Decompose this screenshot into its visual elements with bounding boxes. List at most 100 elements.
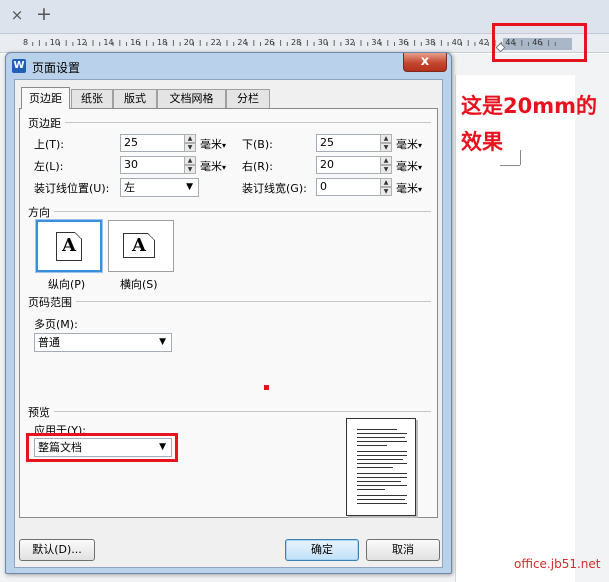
new-tab-icon[interactable]: + — [36, 5, 52, 24]
spin-down-icon[interactable]: ▼ — [380, 143, 392, 152]
preview-text-line — [357, 433, 407, 434]
ruler-label: 32 — [344, 38, 355, 47]
section-divider — [28, 411, 431, 412]
preview-text-line — [357, 451, 407, 452]
tab-paper[interactable]: 纸张 — [71, 89, 113, 108]
right-margin-label: 右(R): — [242, 160, 273, 173]
spin-up-icon[interactable]: ▲ — [184, 134, 196, 143]
chevron-down-icon: ▾ — [222, 141, 227, 150]
default-button[interactable]: 默认(D)... — [19, 539, 95, 561]
gutter-position-label: 装订线位置(U): — [34, 182, 110, 195]
ok-button[interactable]: 确定 — [285, 539, 359, 561]
close-tab-icon[interactable]: × — [10, 8, 24, 23]
apply-to-value: 整篇文档 — [38, 441, 82, 454]
preview-text-line — [357, 429, 397, 430]
spin-up-icon[interactable]: ▲ — [380, 134, 392, 143]
ruler-label: 14 — [103, 38, 114, 47]
gutter-width-label: 装订线宽(G): — [242, 182, 307, 195]
spin-down-icon[interactable]: ▼ — [184, 165, 196, 174]
unit-label: 毫米 — [200, 160, 222, 173]
wps-writer-icon: W — [12, 59, 26, 73]
orientation-section-title: 方向 — [28, 204, 54, 220]
tab-layout[interactable]: 版式 — [113, 89, 157, 108]
ruler-label: 34 — [371, 38, 382, 47]
spin-up-icon[interactable]: ▲ — [380, 178, 392, 187]
portrait-page-icon: A — [56, 232, 82, 261]
chevron-down-icon: ▾ — [222, 163, 227, 172]
spin-down-icon[interactable]: ▼ — [184, 143, 196, 152]
left-margin-spinner[interactable]: ▲ ▼ — [184, 156, 196, 174]
section-divider — [28, 122, 431, 123]
tab-document-grid[interactable]: 文档网格 — [157, 89, 226, 108]
preview-text-line — [357, 477, 407, 478]
ruler-label: 28 — [291, 38, 302, 47]
dialog-body: 页边距 纸张 版式 文档网格 分栏 页边距 上(T): 25 ▲ ▼ 毫米▾ 下… — [14, 79, 443, 568]
ruler-label: 40 — [451, 38, 462, 47]
ruler-label: 26 — [264, 38, 275, 47]
close-button[interactable]: x — [403, 53, 447, 72]
top-margin-spinner[interactable]: ▲ ▼ — [184, 134, 196, 152]
landscape-label[interactable]: 横向(S) — [120, 276, 158, 292]
preview-text-line — [357, 459, 403, 460]
portrait-option[interactable]: A — [36, 220, 102, 272]
left-margin-label: 左(L): — [34, 160, 64, 173]
page-margin-corner-mark — [500, 165, 520, 166]
chevron-down-icon: ▾ — [418, 141, 423, 150]
unit-label: 毫米 — [396, 182, 418, 195]
gutter-position-select[interactable]: 左 ▼ — [120, 178, 199, 197]
chevron-down-icon: ▾ — [418, 185, 423, 194]
apply-to-select[interactable]: 整篇文档 ▼ — [34, 438, 172, 457]
ruler-label: 20 — [183, 38, 194, 47]
bottom-margin-spinner[interactable]: ▲ ▼ — [380, 134, 392, 152]
preview-text-line — [357, 489, 385, 490]
unit-label: 毫米 — [200, 138, 222, 151]
ruler-label: 12 — [76, 38, 87, 47]
spin-up-icon[interactable]: ▲ — [184, 156, 196, 165]
gutter-width-spinner[interactable]: ▲ ▼ — [380, 178, 392, 196]
gutter-width-unit-dropdown[interactable]: 毫米▾ — [396, 180, 422, 196]
preview-text-line — [357, 455, 407, 456]
dropdown-arrow-icon: ▼ — [186, 182, 193, 192]
multiple-pages-value: 普通 — [38, 336, 60, 349]
ruler-highlight-box — [492, 23, 587, 62]
landscape-option[interactable]: A — [108, 220, 174, 272]
unit-label: 毫米 — [396, 160, 418, 173]
spin-down-icon[interactable]: ▼ — [380, 187, 392, 196]
multiple-pages-select[interactable]: 普通 ▼ — [34, 333, 172, 352]
spin-down-icon[interactable]: ▼ — [380, 165, 392, 174]
top-margin-label: 上(T): — [34, 138, 65, 151]
ruler-label: 36 — [398, 38, 409, 47]
preview-text-line — [357, 437, 405, 438]
preview-text-line — [357, 445, 387, 446]
ruler-label: 8 — [23, 38, 29, 47]
ruler-label: 30 — [317, 38, 328, 47]
annotation-line-1: 这是20mm的 — [461, 94, 597, 118]
chevron-down-icon: ▾ — [418, 163, 423, 172]
multiple-pages-label: 多页(M): — [34, 318, 78, 331]
page-range-section-title: 页码范围 — [28, 294, 76, 310]
dropdown-arrow-icon: ▼ — [159, 442, 166, 452]
watermark: office.jb51.net — [514, 557, 601, 571]
preview-text-line — [357, 463, 407, 464]
dropdown-arrow-icon: ▼ — [159, 337, 166, 347]
left-margin-unit-dropdown[interactable]: 毫米▾ — [200, 158, 226, 174]
top-margin-unit-dropdown[interactable]: 毫米▾ — [200, 136, 226, 152]
cancel-button[interactable]: 取消 — [366, 539, 440, 561]
ruler-label: 10 — [49, 38, 60, 47]
right-margin-spinner[interactable]: ▲ ▼ — [380, 156, 392, 174]
preview-text-line — [357, 473, 407, 474]
preview-text-line — [357, 441, 407, 442]
tab-margins[interactable]: 页边距 — [21, 87, 70, 109]
annotation-line-2: 效果 — [461, 130, 503, 154]
ruler-label: 24 — [237, 38, 248, 47]
preview-text-line — [357, 503, 407, 504]
bottom-margin-unit-dropdown[interactable]: 毫米▾ — [396, 136, 422, 152]
dialog-titlebar[interactable]: W 页面设置 x — [6, 53, 451, 79]
unit-label: 毫米 — [396, 138, 418, 151]
annotation-red-dot — [264, 385, 269, 390]
section-divider — [28, 301, 431, 302]
tab-columns[interactable]: 分栏 — [226, 89, 270, 108]
spin-up-icon[interactable]: ▲ — [380, 156, 392, 165]
portrait-label[interactable]: 纵向(P) — [48, 276, 85, 292]
right-margin-unit-dropdown[interactable]: 毫米▾ — [396, 158, 422, 174]
